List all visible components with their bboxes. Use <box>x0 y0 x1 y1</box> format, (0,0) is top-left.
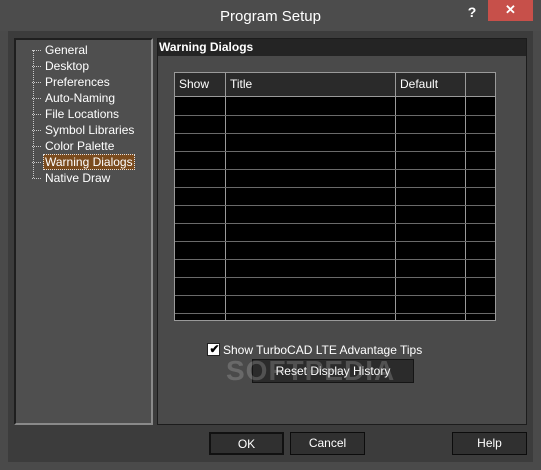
row-divider <box>175 223 495 224</box>
tree-branch-icon <box>32 146 41 148</box>
advantage-tips-checkbox[interactable]: ✔ <box>207 342 220 357</box>
close-button[interactable]: ✕ <box>488 0 533 21</box>
tree-branch-icon <box>32 130 41 132</box>
row-divider <box>175 169 495 170</box>
tree-item-symbol-libraries[interactable]: Symbol Libraries <box>32 122 136 138</box>
ok-button[interactable]: OK <box>209 432 284 455</box>
tree-item-warning-dialogs[interactable]: Warning Dialogs <box>32 154 135 170</box>
close-icon: ✕ <box>505 2 516 17</box>
tree-item-auto-naming[interactable]: Auto-Naming <box>32 90 117 106</box>
tree-item-file-locations[interactable]: File Locations <box>32 106 121 122</box>
checkmark-icon: ✔ <box>209 342 220 357</box>
column-divider <box>225 97 226 320</box>
tree-branch-icon <box>32 82 41 84</box>
row-divider <box>175 241 495 242</box>
tree-item-label: Symbol Libraries <box>45 123 135 137</box>
tree-item-label: File Locations <box>45 107 120 121</box>
cancel-button[interactable]: Cancel <box>290 432 365 455</box>
column-header-default[interactable]: Default <box>396 73 466 96</box>
column-divider <box>395 97 396 320</box>
row-divider <box>175 133 495 134</box>
row-divider <box>175 313 495 314</box>
row-divider <box>175 187 495 188</box>
tree-item-preferences[interactable]: Preferences <box>32 74 112 90</box>
row-divider <box>175 277 495 278</box>
window-title: Program Setup <box>220 8 321 25</box>
row-divider <box>175 115 495 116</box>
column-header-show[interactable]: Show <box>175 73 226 96</box>
tree-branch-icon <box>32 114 41 116</box>
row-divider <box>175 151 495 152</box>
tree-item-native-draw[interactable]: Native Draw <box>32 170 112 186</box>
panel-title: Warning Dialogs <box>159 40 254 54</box>
tree-item-label: Native Draw <box>45 171 111 185</box>
help-question-icon[interactable]: ? <box>462 3 482 21</box>
table-header: Show Title Default <box>175 73 495 97</box>
tree-item-label: Warning Dialogs <box>43 154 135 170</box>
column-header-title[interactable]: Title <box>226 73 396 96</box>
tree-branch-icon <box>32 98 41 100</box>
tree-branch-icon <box>32 178 41 180</box>
help-button[interactable]: Help <box>452 432 527 455</box>
panel-header: Warning Dialogs <box>158 39 526 56</box>
tree-item-label: Auto-Naming <box>45 91 116 105</box>
tree-branch-icon <box>32 162 41 164</box>
tree-item-color-palette[interactable]: Color Palette <box>32 138 116 154</box>
watermark: SOFTPEDIA <box>226 355 396 386</box>
tree-item-label: General <box>45 43 88 57</box>
warning-dialogs-table[interactable]: Show Title Default <box>174 72 496 321</box>
tree-item-desktop[interactable]: Desktop <box>32 58 91 74</box>
tree-item-label: Preferences <box>45 75 110 89</box>
row-divider <box>175 259 495 260</box>
title-bar: Program Setup ? ✕ <box>0 0 541 31</box>
tree-item-label: Desktop <box>45 59 90 73</box>
row-divider <box>175 205 495 206</box>
column-divider <box>465 97 466 320</box>
tree-branch-icon <box>32 50 41 52</box>
settings-tree[interactable]: General Desktop Preferences Auto-Naming … <box>14 38 153 425</box>
tree-branch-icon <box>32 66 41 68</box>
tree-item-general[interactable]: General <box>32 42 90 58</box>
column-header-extra[interactable] <box>466 73 495 96</box>
tree-item-label: Color Palette <box>45 139 115 153</box>
row-divider <box>175 295 495 296</box>
